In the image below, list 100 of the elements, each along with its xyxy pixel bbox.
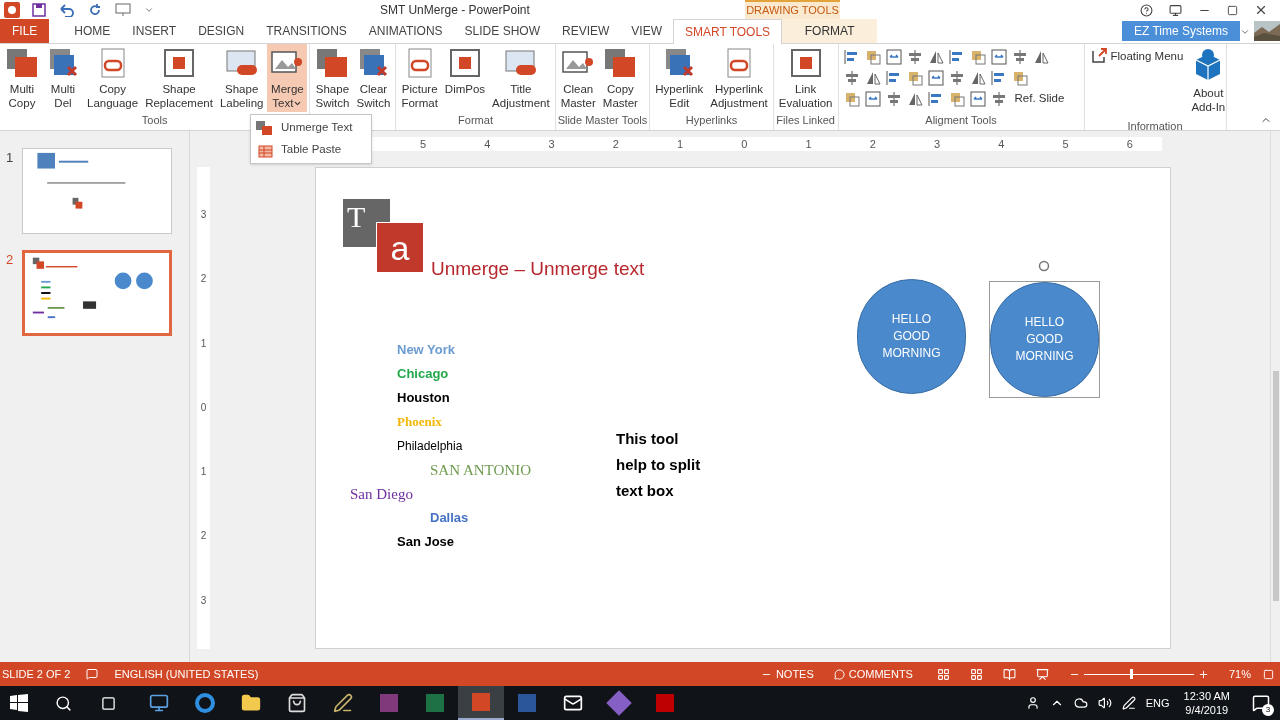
- slideshow-icon[interactable]: [1035, 667, 1049, 681]
- ruler-number: 2: [200, 272, 207, 287]
- menu-item[interactable]: Table Paste: [251, 139, 371, 161]
- group-label: Format: [458, 113, 493, 128]
- city-name: Philadelphia: [397, 438, 464, 455]
- external-window-icon: [1090, 48, 1107, 64]
- ribbon-button[interactable]: Copy Master: [599, 44, 641, 112]
- pen-icon[interactable]: [1121, 696, 1136, 710]
- ribbon-button[interactable]: Hyperlink Edit: [652, 44, 707, 112]
- search-icon[interactable]: [55, 694, 72, 712]
- ribbon-button[interactable]: Picture Format: [398, 44, 441, 112]
- comments-button[interactable]: COMMENTS: [833, 665, 913, 683]
- ruler-number: 6: [1125, 137, 1134, 151]
- zoom-slider-thumb[interactable]: [1130, 669, 1134, 679]
- align-icon[interactable]: [926, 69, 945, 87]
- ribbon-button[interactable]: Hyperlink Adjustment: [707, 44, 771, 112]
- ribbon-button[interactable]: Clear Switch: [353, 44, 394, 112]
- clock-time[interactable]: 12:30 AM: [1183, 689, 1230, 703]
- notification-count: 3: [1262, 704, 1274, 716]
- align-icon[interactable]: [968, 90, 987, 108]
- account-menu-icon[interactable]: [1240, 27, 1250, 37]
- ribbon-tab[interactable]: SMART TOOLS: [673, 19, 783, 44]
- task-view-icon[interactable]: [101, 695, 116, 711]
- ribbon-tab[interactable]: DESIGN: [187, 19, 256, 43]
- ribbon-button[interactable]: Title Adjustment: [489, 44, 553, 112]
- ruler-number: 2: [868, 137, 877, 151]
- ref-slide-button[interactable]: Ref. Slide: [1014, 90, 1065, 108]
- frame-icon: [447, 47, 482, 79]
- ribbon-button[interactable]: Link Evaluation: [775, 44, 836, 112]
- presentation-icon[interactable]: [114, 3, 132, 17]
- slide-thumbnail[interactable]: [22, 148, 172, 234]
- ribbon-tab[interactable]: TRANSITIONS: [255, 19, 358, 43]
- close-icon[interactable]: [1254, 3, 1268, 17]
- ribbon-tab[interactable]: HOME: [63, 19, 122, 43]
- about-add-in-button[interactable]: About Add-In: [1191, 48, 1226, 118]
- rotate-handle-icon[interactable]: [1038, 260, 1050, 272]
- start-icon[interactable]: [10, 694, 28, 712]
- ruler-number: 0: [200, 400, 207, 415]
- notes-page-icon[interactable]: [86, 668, 99, 680]
- ribbon-tab[interactable]: INSERT: [121, 19, 188, 43]
- ribbon-tab[interactable]: ANIMATIONS: [357, 19, 454, 43]
- input-language[interactable]: ENG: [1145, 694, 1170, 712]
- ribbon-tab[interactable]: REVIEW: [550, 19, 621, 43]
- text-line: This tool: [616, 429, 680, 449]
- notes-button[interactable]: NOTES: [760, 665, 814, 683]
- ribbon-button[interactable]: Multi Del: [43, 44, 83, 112]
- group-label: Hyperlinks: [685, 113, 738, 128]
- zoom-percent[interactable]: 71%: [1228, 665, 1251, 683]
- floating-menu-button[interactable]: Floating Menu: [1090, 48, 1184, 66]
- ribbon-button[interactable]: Shape Labeling: [216, 44, 267, 112]
- clock-date[interactable]: 9/4/2019: [1185, 703, 1229, 717]
- ribbon-button[interactable]: Merge Text: [267, 44, 308, 112]
- ribbon-tab[interactable]: SLIDE SHOW: [453, 19, 551, 43]
- ruler-number: 2: [200, 529, 207, 544]
- zoom-in-icon[interactable]: [1197, 668, 1209, 680]
- language-label[interactable]: ENGLISH (UNITED STATES): [114, 665, 259, 683]
- ruler-number: 3: [200, 593, 207, 608]
- slide-sorter-icon[interactable]: [969, 667, 983, 681]
- ruler-number: 1: [200, 465, 207, 480]
- ribbon-button[interactable]: Clean Master: [557, 44, 599, 112]
- reading-view-icon[interactable]: [1002, 667, 1016, 681]
- window-title: SMT UnMerge - PowerPoint: [380, 2, 530, 19]
- volume-icon[interactable]: [1097, 696, 1112, 710]
- undo-icon[interactable]: [58, 3, 76, 17]
- slide-thumbnail[interactable]: [22, 250, 172, 336]
- people-icon[interactable]: [1025, 696, 1040, 710]
- frame-icon: [788, 47, 823, 79]
- city-name: Houston: [397, 389, 451, 407]
- city-name: SAN ANTONIO: [430, 461, 531, 480]
- presentation-app-icon[interactable]: [458, 686, 504, 720]
- align-icon[interactable]: [884, 48, 903, 66]
- cloud-icon[interactable]: [1073, 696, 1088, 710]
- ribbon-tab[interactable]: FILE: [0, 19, 50, 43]
- ribbon-button[interactable]: Shape Switch: [312, 44, 353, 112]
- table-icon: [255, 142, 273, 158]
- stacked-squares-icon: [315, 47, 350, 79]
- scrollbar[interactable]: [1270, 131, 1280, 662]
- save-icon[interactable]: [32, 3, 46, 17]
- frame-icon: [162, 47, 197, 79]
- ribbon-tab[interactable]: FORMAT: [782, 19, 878, 43]
- customize-icon[interactable]: [144, 5, 154, 15]
- ribbon-button[interactable]: Multi Copy: [2, 44, 42, 112]
- ruler-number: 4: [997, 137, 1006, 151]
- redo-icon[interactable]: [88, 3, 102, 17]
- ribbon-button[interactable]: Copy Language: [84, 44, 142, 112]
- action-center-icon[interactable]: [1252, 694, 1270, 712]
- restore-icon[interactable]: [1227, 4, 1238, 16]
- align-icon[interactable]: [989, 48, 1008, 66]
- normal-view-icon[interactable]: [936, 667, 950, 681]
- ribbon-tab[interactable]: VIEW: [620, 19, 673, 43]
- slide-number: 1: [6, 149, 15, 167]
- menu-item[interactable]: Unmerge Text: [251, 117, 371, 139]
- fit-slide-icon[interactable]: [1263, 668, 1274, 680]
- group-label: Tools: [141, 113, 168, 128]
- ribbon-button[interactable]: DimPos: [441, 44, 489, 112]
- align-icon[interactable]: [863, 90, 882, 108]
- help-icon[interactable]: [1140, 3, 1153, 17]
- ribbon-button[interactable]: Shape Replacement: [142, 44, 216, 112]
- ribbon-display-icon[interactable]: [1169, 3, 1182, 17]
- squares-icon: [255, 120, 273, 136]
